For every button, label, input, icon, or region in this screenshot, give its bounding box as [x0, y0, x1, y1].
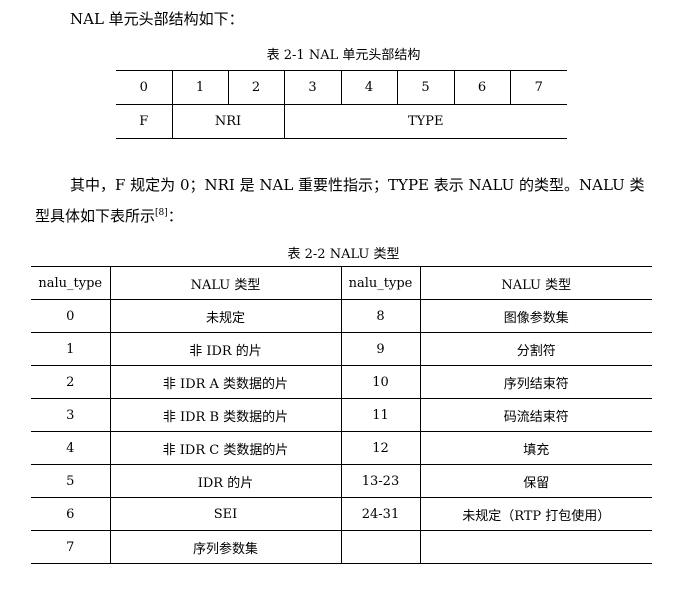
table2-caption: 表 2-2 NALU 类型 [287, 247, 400, 262]
table-cell: 非 IDR 的片 [109, 332, 341, 366]
table-cell: 24-31 [340, 497, 420, 531]
table-cell: 图像参数集 [419, 299, 652, 333]
table-cell: IDR 的片 [109, 464, 341, 498]
table-cell: 填充 [419, 431, 652, 465]
table-cell: 4 [31, 431, 110, 465]
table-cell: 6 [31, 497, 110, 531]
table-cell: 3 [31, 398, 110, 432]
bit-cell: 6 [453, 70, 510, 105]
table-cell: 序列结束符 [419, 365, 652, 399]
table-cell: 1 [31, 332, 110, 366]
table-cell: 10 [340, 365, 420, 399]
table-row: 7 序列参数集 [31, 530, 652, 564]
bit-cell: 0 [116, 70, 172, 105]
nal-header-table: 0 1 2 3 4 5 6 7 F NRI TYPE [116, 70, 567, 139]
table-row: 1 非 IDR 的片 9 分割符 [31, 332, 652, 366]
header-row: nalu_type NALU 类型 nalu_type NALU 类型 [31, 266, 652, 300]
paragraph-end: ： [167, 207, 183, 225]
table-cell: 0 [31, 299, 110, 333]
table-cell [340, 530, 420, 564]
table-cell: 非 IDR B 类数据的片 [109, 398, 341, 432]
field-f: F [116, 104, 172, 139]
table-row: 6 SEI 24-31 未规定（RTP 打包使用） [31, 497, 652, 531]
bit-cell: 1 [171, 70, 228, 105]
table-cell: 保留 [419, 464, 652, 498]
table-cell: 非 IDR C 类数据的片 [109, 431, 341, 465]
col-header: nalu_type [340, 266, 420, 300]
table-row: 4 非 IDR C 类数据的片 12 填充 [31, 431, 652, 465]
table-cell: 序列参数集 [109, 530, 341, 564]
bit-index-row: 0 1 2 3 4 5 6 7 [116, 70, 567, 105]
col-header: NALU 类型 [419, 266, 652, 300]
table-cell: SEI [109, 497, 341, 531]
table-cell [419, 530, 652, 564]
table-cell: 13-23 [340, 464, 420, 498]
bit-cell: 2 [227, 70, 284, 105]
description-paragraph: 其中，F 规定为 0；NRI 是 NAL 重要性指示；TYPE 表示 NALU … [35, 170, 655, 232]
table-cell: 2 [31, 365, 110, 399]
table-cell: 分割符 [419, 332, 652, 366]
table-cell: 码流结束符 [419, 398, 652, 432]
col-header: NALU 类型 [109, 266, 341, 300]
table1-caption: 表 2-1 NAL 单元头部结构 [266, 48, 421, 63]
paragraph-text: 其中，F 规定为 0；NRI 是 NAL 重要性指示；TYPE 表示 NALU … [35, 176, 645, 225]
col-header: nalu_type [31, 266, 110, 300]
table-cell: 11 [340, 398, 420, 432]
bit-cell: 7 [509, 70, 567, 105]
bit-cell: 5 [396, 70, 454, 105]
table-cell: 9 [340, 332, 420, 366]
field-type: TYPE [283, 104, 567, 139]
table-cell: 未规定 [109, 299, 341, 333]
table-cell: 7 [31, 530, 110, 564]
table-row: 3 非 IDR B 类数据的片 11 码流结束符 [31, 398, 652, 432]
table-cell: 12 [340, 431, 420, 465]
table-row: 5 IDR 的片 13-23 保留 [31, 464, 652, 498]
table-row: 2 非 IDR A 类数据的片 10 序列结束符 [31, 365, 652, 399]
field-row: F NRI TYPE [116, 104, 567, 139]
intro-text: NAL 单元头部结构如下： [70, 10, 244, 28]
table-cell: 非 IDR A 类数据的片 [109, 365, 341, 399]
table-cell: 5 [31, 464, 110, 498]
citation-ref: [8] [155, 208, 168, 218]
bit-cell: 4 [340, 70, 397, 105]
bit-cell: 3 [283, 70, 341, 105]
field-nri: NRI [171, 104, 284, 139]
table-row: 0 未规定 8 图像参数集 [31, 299, 652, 333]
table-cell: 未规定（RTP 打包使用） [419, 497, 652, 531]
nalu-type-table: nalu_type NALU 类型 nalu_type NALU 类型 0 未规… [31, 266, 652, 564]
table-cell: 8 [340, 299, 420, 333]
